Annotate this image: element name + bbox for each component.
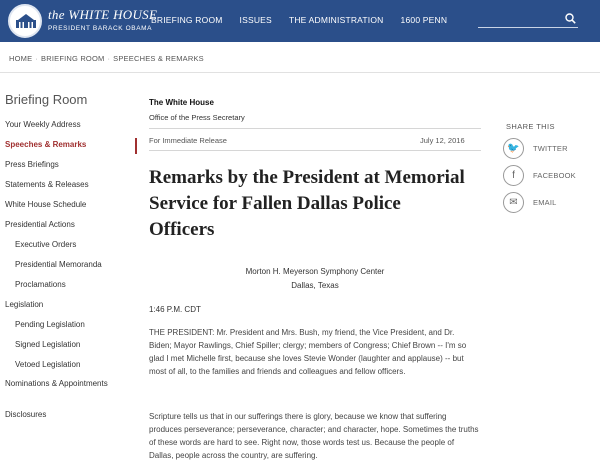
top-nav-bar: the WHITE HOUSE PRESIDENT BARACK OBAMA B…	[0, 0, 600, 42]
sidebar-item-press-briefings[interactable]: Press Briefings	[5, 159, 133, 179]
breadcrumb-home[interactable]: HOME	[9, 54, 32, 63]
release-type: For Immediate Release	[149, 136, 227, 145]
brand-title: the WHITE HOUSE	[48, 7, 158, 22]
breadcrumb-separator: ·	[107, 54, 111, 63]
venue-name: Morton H. Meyerson Symphony Center	[245, 267, 385, 276]
sidebar-item-pending-legislation[interactable]: Pending Legislation	[5, 319, 133, 339]
sidebar-item-proclamations[interactable]: Proclamations	[5, 279, 133, 299]
sidebar-item-weekly-address[interactable]: Your Weekly Address	[5, 119, 133, 139]
release-office: Office of the Press Secretary	[149, 113, 245, 122]
active-indicator	[135, 138, 137, 154]
sidebar-item-signed-legislation[interactable]: Signed Legislation	[5, 339, 133, 359]
breadcrumb-briefing-room[interactable]: BRIEFING ROOM	[41, 54, 104, 63]
brand-subtitle: PRESIDENT BARACK OBAMA	[48, 25, 153, 32]
sidebar-title: Briefing Room	[5, 92, 88, 107]
nav-the-administration[interactable]: THE ADMINISTRATION	[289, 15, 384, 25]
share-label: EMAIL	[533, 198, 557, 207]
white-house-logo[interactable]	[8, 4, 42, 38]
sidebar-item-disclosures[interactable]: Disclosures	[5, 409, 133, 429]
release-source: The White House	[149, 98, 214, 107]
share-facebook-button[interactable]: f FACEBOOK	[503, 165, 576, 186]
venue: Morton H. Meyerson Symphony Center Dalla…	[149, 265, 481, 293]
article-paragraph: Scripture tells us that in our suffering…	[149, 412, 479, 460]
breadcrumb-separator: ·	[35, 54, 39, 63]
sidebar-item-legislation[interactable]: Legislation	[5, 299, 133, 319]
sidebar-item-statements-releases[interactable]: Statements & Releases	[5, 179, 133, 199]
sidebar-item-white-house-schedule[interactable]: White House Schedule	[5, 199, 133, 219]
search-icon[interactable]	[565, 13, 576, 24]
divider	[149, 128, 481, 129]
release-date: July 12, 2016	[420, 136, 465, 145]
share-twitter-button[interactable]: 🐦 TWITTER	[503, 138, 568, 159]
page-title: Remarks by the President at Memorial Ser…	[149, 167, 465, 240]
speech-time: 1:46 P.M. CDT	[149, 305, 201, 314]
breadcrumb-speeches-remarks[interactable]: SPEECHES & REMARKS	[113, 54, 204, 63]
share-email-button[interactable]: ✉ EMAIL	[503, 192, 557, 213]
divider	[0, 72, 600, 73]
twitter-icon: 🐦	[503, 138, 524, 159]
article-paragraph: THE PRESIDENT: Mr. President and Mrs. Bu…	[149, 328, 467, 376]
sidebar-item-vetoed-legislation[interactable]: Vetoed Legislation	[5, 359, 133, 379]
sidebar-item-presidential-actions[interactable]: Presidential Actions	[5, 219, 133, 239]
sidebar-item-nominations-appointments[interactable]: Nominations & Appointments	[5, 379, 133, 409]
sidebar-item-executive-orders[interactable]: Executive Orders	[5, 239, 133, 259]
facebook-icon: f	[503, 165, 524, 186]
divider	[149, 150, 481, 151]
white-house-icon	[16, 14, 36, 28]
nav-1600-penn[interactable]: 1600 PENN	[401, 15, 448, 25]
sidebar-item-presidential-memoranda[interactable]: Presidential Memoranda	[5, 259, 133, 279]
breadcrumb: HOME · BRIEFING ROOM · SPEECHES & REMARKS	[9, 54, 204, 63]
sidebar-nav: Your Weekly Address Speeches & Remarks P…	[5, 119, 133, 429]
share-label: TWITTER	[533, 144, 568, 153]
nav-briefing-room[interactable]: BRIEFING ROOM	[151, 15, 223, 25]
share-label: FACEBOOK	[533, 171, 576, 180]
sidebar-item-speeches-remarks[interactable]: Speeches & Remarks	[5, 139, 133, 159]
search-input[interactable]	[478, 10, 578, 28]
nav-issues[interactable]: ISSUES	[240, 15, 272, 25]
main-nav: BRIEFING ROOM ISSUES THE ADMINISTRATION …	[151, 15, 447, 25]
venue-city: Dallas, Texas	[291, 281, 339, 290]
share-title: SHARE THIS	[506, 122, 555, 131]
email-icon: ✉	[503, 192, 524, 213]
brand[interactable]: the WHITE HOUSE PRESIDENT BARACK OBAMA	[48, 7, 157, 32]
